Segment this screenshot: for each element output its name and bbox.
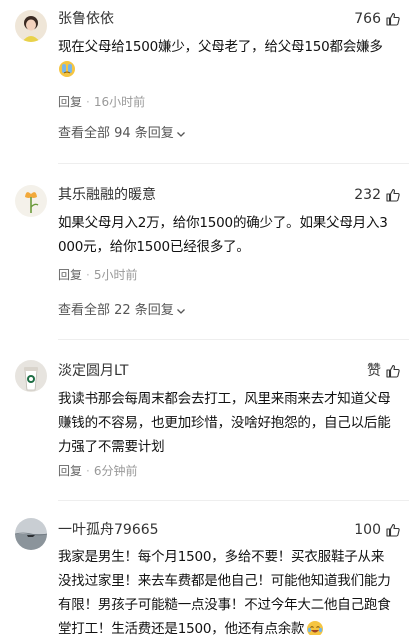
like-count: 232 [354,187,381,203]
comment-text: 我读书那会每周末都会去打工，风里来雨来去才知道父母 赚钱的不容易，也更加珍惜，没… [58,391,391,455]
timestamp: 6分钟前 [93,464,138,478]
comment-text: 我家是男生！每个月1500，多给不要！买衣服鞋子从来 没找过家里！来去车费都是他… [58,545,401,635]
view-replies-link[interactable]: 查看全部 22 条回复 [58,302,186,320]
username[interactable]: 其乐融融的暖意 [58,186,156,204]
username[interactable]: 淡定圆月LT [58,362,128,380]
like-button[interactable]: 232 [354,186,401,204]
comment-text: 现在父母给1500嫌少，父母老了，给父母150都会嫌多 [58,35,401,83]
avatar[interactable] [15,360,47,392]
username[interactable]: 张鲁依依 [58,10,114,28]
avatar[interactable] [15,10,47,42]
like-button[interactable]: 100 [354,521,401,539]
comment-meta: 回复 · 16小时前 [58,95,146,109]
like-button[interactable]: 赞 [367,362,401,380]
thumbs-up-icon [386,12,400,26]
avatar[interactable] [15,518,47,550]
comment-text: 如果父母月入2万，给你1500的确少了。如果父母月入3 000元，给你1500已… [58,215,388,255]
laughing-tears-emoji-icon [306,620,324,635]
view-replies-link[interactable]: 查看全部 94 条回复 [58,125,186,143]
chevron-down-icon [176,132,185,137]
thumbs-up-icon [386,364,400,378]
like-button[interactable]: 766 [354,10,401,28]
timestamp: 16小时前 [93,95,146,109]
thumbs-up-icon [386,523,400,537]
timestamp: 5小时前 [93,268,138,282]
comment-meta: 回复 · 6分钟前 [58,464,138,478]
comment-list: 张鲁依依 766 现在父母给1500嫌少，父母老了，给父母150都会嫌多 回复 … [0,0,409,635]
like-count: 766 [354,11,381,27]
like-count: 100 [354,522,381,538]
chevron-down-icon [176,309,185,314]
divider [58,163,409,164]
username[interactable]: 一叶孤舟79665 [58,521,159,539]
divider [58,339,409,340]
avatar[interactable] [15,185,47,217]
reply-button[interactable]: 回复 [58,268,82,282]
reply-button[interactable]: 回复 [58,95,82,109]
facepalm-emoji-icon [58,60,76,78]
like-count: 赞 [367,363,381,379]
thumbs-up-icon [386,188,400,202]
reply-button[interactable]: 回复 [58,464,82,478]
divider [58,500,409,501]
comment-meta: 回复 · 5小时前 [58,268,138,282]
